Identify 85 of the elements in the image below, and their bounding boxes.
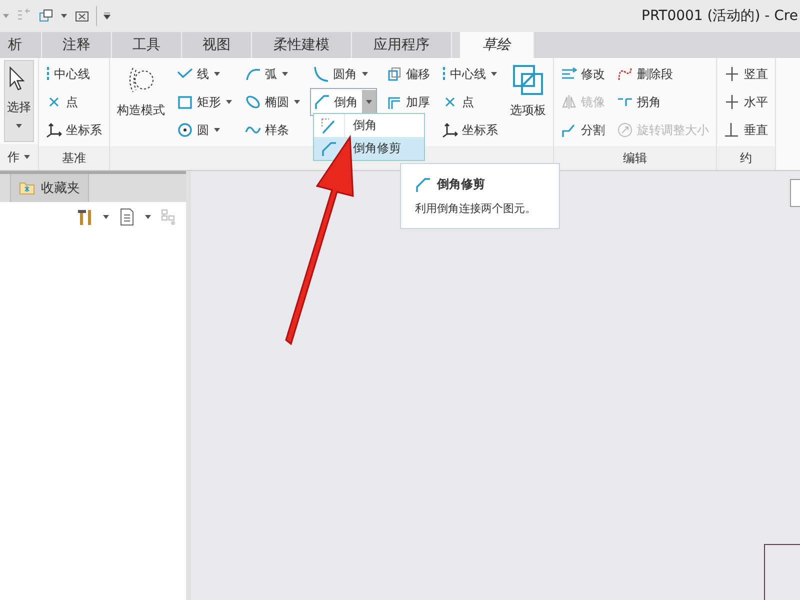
caret-icon[interactable] <box>102 213 110 221</box>
menu-item[interactable]: 倒角修剪 <box>314 137 424 160</box>
tool-button[interactable]: 点 <box>43 88 105 116</box>
perpendicular-icon <box>724 122 740 138</box>
tool-button[interactable]: 加厚 <box>383 88 433 116</box>
group-label: 基准 <box>62 150 86 166</box>
tool-button[interactable]: 竖直 <box>721 60 771 88</box>
rectangle-icon <box>177 94 193 110</box>
tool-button[interactable]: 倒角 <box>310 88 377 116</box>
tool-button[interactable]: 矩形 <box>174 88 236 116</box>
ribbon-tab[interactable]: 柔性建模 <box>252 32 352 58</box>
tool-button[interactable]: 弧 <box>242 60 304 88</box>
large-tool-button[interactable]: 选项板 <box>507 60 549 144</box>
divide-icon <box>561 122 577 138</box>
panel-tab[interactable]: 收藏夹 <box>11 174 89 202</box>
tool-button[interactable]: 点 <box>439 88 501 116</box>
caret-icon <box>225 98 233 106</box>
modify-icon <box>561 66 577 82</box>
ellipse-icon <box>245 94 261 110</box>
mirror-icon <box>561 94 577 110</box>
ribbon-tab[interactable]: 草绘 <box>460 32 534 58</box>
tool-button[interactable]: 偏移 <box>383 60 433 88</box>
ribbon-tab[interactable]: 析 <box>0 32 42 58</box>
chamfer-corner-icon <box>314 94 330 110</box>
tool-button[interactable]: 圆角 <box>310 60 377 88</box>
plus-icon <box>724 94 740 110</box>
tool-button[interactable]: 椭圆 <box>242 88 304 116</box>
tool-button[interactable]: 线 <box>174 60 236 88</box>
circle-icon <box>177 122 193 138</box>
axes-icon <box>442 122 458 138</box>
caret-icon <box>361 70 369 78</box>
chamfer-corner-icon <box>321 140 337 156</box>
tool-button[interactable]: 圆 <box>174 116 236 144</box>
group-label[interactable]: 作 <box>8 148 20 166</box>
curved-corner-icon <box>313 66 329 82</box>
caret-icon <box>22 153 30 161</box>
large-tool-button[interactable]: 选择 <box>4 60 34 142</box>
list-document-icon[interactable] <box>118 208 136 226</box>
dashed-line-icon <box>46 66 50 82</box>
dashed-line-icon <box>442 66 446 82</box>
caret-icon[interactable] <box>60 12 68 20</box>
caret-icon <box>293 98 301 106</box>
caret-icon <box>213 70 221 78</box>
arc-icon <box>245 66 261 82</box>
palette-icon <box>512 64 544 96</box>
corner-icon <box>617 97 633 107</box>
tooltip-description: 利用倒角连接两个图元。 <box>415 201 537 216</box>
vertical-icon <box>724 66 740 82</box>
tool-button[interactable]: 坐标系 <box>43 116 105 144</box>
tool-button[interactable]: 中心线 <box>439 60 501 88</box>
tool-button[interactable]: 样条 <box>242 116 304 144</box>
group-label: 约 <box>740 150 752 166</box>
tool-button[interactable]: 修改 <box>558 60 608 88</box>
caret-icon <box>281 70 289 78</box>
ribbon-tab[interactable]: 视图 <box>182 32 252 58</box>
ribbon-tab[interactable]: 工具 <box>112 32 182 58</box>
caret-icon <box>490 70 498 78</box>
ribbon-tab[interactable]: 应用程序 <box>352 32 452 58</box>
tool-button[interactable]: 删除段 <box>614 60 712 88</box>
windows-icon[interactable] <box>38 8 54 24</box>
caret-icon <box>213 126 221 134</box>
tools-icon[interactable] <box>76 208 94 226</box>
customize-caret-icon[interactable] <box>103 12 111 20</box>
tool-button[interactable]: 垂直 <box>721 116 771 144</box>
folder-icon <box>19 180 35 196</box>
window-title: PRT0001 (活动的) - Cre <box>642 7 799 25</box>
offset-icon <box>386 66 402 82</box>
axes-icon <box>46 122 62 138</box>
tooltip-title: 倒角修剪 <box>437 176 485 193</box>
group-label: 编辑 <box>623 150 647 166</box>
caret-icon[interactable] <box>144 213 152 221</box>
caret-icon <box>362 90 376 114</box>
caret-icon <box>15 122 23 130</box>
tool-button[interactable]: 拐角 <box>614 88 712 116</box>
ribbon-tab[interactable]: 注释 <box>42 32 112 58</box>
tool-button[interactable]: 中心线 <box>43 60 105 88</box>
view-frame <box>790 179 800 207</box>
delete-segment-icon <box>617 66 633 82</box>
tool-button[interactable]: 水平 <box>721 88 771 116</box>
tool-button[interactable]: 分割 <box>558 116 608 144</box>
rotate-icon <box>617 122 633 138</box>
chamfer-corner-icon <box>415 176 431 192</box>
tool-button[interactable]: 坐标系 <box>439 116 501 144</box>
large-tool-button[interactable]: 构造模式 <box>114 60 168 144</box>
chamfer-corner-icon <box>321 118 337 134</box>
